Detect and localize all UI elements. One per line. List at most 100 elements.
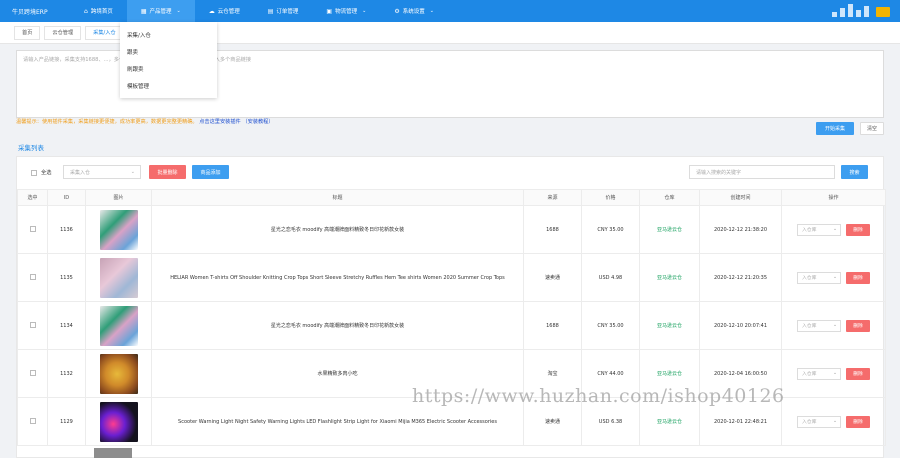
warehouse-select[interactable]: 入仓库 ⌄ (797, 223, 841, 236)
bar-icon (856, 10, 861, 17)
row-image-cell (85, 205, 152, 254)
row-checkbox[interactable] (29, 273, 36, 280)
product-thumbnail (94, 448, 132, 458)
bar-icon (848, 4, 853, 17)
cloud-icon: ☁ (208, 7, 215, 15)
search-input[interactable]: 请输入搜索的关键字 (689, 165, 835, 179)
product-thumbnail[interactable] (99, 209, 138, 250)
row-title: 星光之恋毛衣 moodify 高端潮牌面料精致冬日印花新款女装 (151, 301, 524, 350)
warehouse-select-value: 入仓库 (802, 372, 817, 377)
search-button[interactable]: 搜索 (841, 165, 868, 179)
home-icon: ⌂ (84, 7, 88, 15)
row-checkbox[interactable] (29, 417, 36, 424)
column-header: 操作 (781, 189, 886, 206)
watermark: https://www.huzhan.com/ishop40126 (412, 385, 785, 407)
delete-button[interactable]: 删除 (846, 415, 870, 428)
delete-button[interactable]: 删除 (846, 319, 870, 332)
row-id: 1135 (47, 253, 86, 302)
nav-item[interactable]: ☁ 云仓管理 (195, 0, 254, 22)
product-thumbnail[interactable] (99, 305, 138, 346)
row-actions: 入仓库 ⌄ 删除 (781, 397, 886, 446)
warehouse-select[interactable]: 入仓库 ⌄ (797, 367, 841, 380)
nav-item[interactable]: ⚙ 系统设置 ⌄ (380, 0, 448, 22)
product-thumbnail[interactable] (99, 257, 138, 298)
warehouse-select[interactable]: 入仓库 ⌄ (797, 271, 841, 284)
row-image-cell (85, 253, 152, 302)
chevron-down-icon: ⌄ (832, 419, 837, 424)
menu-item[interactable]: 采集/入仓 (120, 26, 217, 43)
nav-item[interactable]: ⌂ 跨境首页 (70, 0, 127, 22)
warehouse-select-value: 入仓库 (802, 276, 817, 281)
delete-button[interactable]: 删除 (846, 271, 870, 284)
row-warehouse: 亚马逊云仓 (639, 205, 700, 254)
row-created: 2020-12-10 20:07:41 (699, 301, 782, 350)
nav-item-label: 云仓管理 (217, 9, 240, 15)
delete-button[interactable]: 删除 (846, 367, 870, 380)
nav-item[interactable]: ▤ 订单管理 (254, 0, 313, 22)
delete-button[interactable]: 删除 (846, 223, 870, 236)
select-all[interactable]: 全选 (31, 169, 51, 176)
product-thumbnail[interactable] (99, 353, 138, 394)
bar-icon (864, 6, 869, 17)
row-price: CNY 35.00 (581, 301, 640, 350)
row-checkbox[interactable] (29, 321, 36, 328)
column-header: 创建时间 (699, 189, 782, 206)
warehouse-select[interactable]: 入仓库 ⌄ (797, 319, 841, 332)
nav-item[interactable]: ▦ 产品管理 ⌄ (126, 0, 195, 22)
clear-button[interactable]: 清空 (860, 122, 884, 135)
tab-label: 采集/入仓 (93, 30, 116, 36)
row-created: 2020-12-12 21:20:35 (699, 253, 782, 302)
product-table: 选中 ID 图片 标题 来源 价格 仓库 创建时间 操作 1136 星光之恋毛衣 moodify … (17, 189, 886, 446)
warehouse-select-value: 入仓库 (802, 420, 817, 425)
row-source: 1688 (523, 205, 582, 254)
table-row: 1134 星光之恋毛衣 moodify 高端潮牌面料精致冬日印花新款女装 1688 C… (17, 301, 886, 350)
menu-item[interactable]: 刷跟卖 (120, 60, 217, 77)
row-title: 星光之恋毛衣 moodify 高端潮牌面料精致冬日印花新款女装 (151, 205, 524, 254)
chevron-down-icon: ⌄ (362, 8, 367, 14)
nav-item-label: 物流管理 (335, 9, 358, 15)
bar-icon (840, 8, 845, 17)
list-title: 采集列表 (18, 144, 44, 152)
select-all-checkbox[interactable] (31, 169, 37, 176)
list-toolbar: 全选 采集入仓 ⌄ 批量删除 商品添加 请输入搜索的关键字 搜索 (17, 157, 885, 189)
top-navbar: 牛贝跨境ERP ⌂ 跨境首页 ▦ 产品管理 ⌄ ☁ 云仓管理 ▤ 订单管理 ▣ 物流管理 ⌄ ⚙ 系统设置… (0, 0, 900, 22)
row-checkbox-cell (17, 301, 48, 350)
menu-item[interactable]: 模板管理 (120, 77, 217, 94)
user-logo-icon[interactable] (876, 7, 890, 17)
chevron-down-icon: ⌄ (832, 227, 837, 232)
batch-delete-button[interactable]: 批量删除 (149, 165, 186, 179)
row-image-cell (85, 397, 152, 446)
collect-list-panel: 全选 采集入仓 ⌄ 批量删除 商品添加 请输入搜索的关键字 搜索 选中 ID 图片标… (16, 156, 886, 458)
column-header: 标题 (151, 189, 524, 206)
chevron-down-icon: ⌄ (429, 8, 434, 14)
brand-logo[interactable]: 牛贝跨境ERP (0, 7, 70, 16)
row-image-cell (85, 301, 152, 350)
tab[interactable]: 云仓管理 (44, 25, 82, 40)
grid-icon: ▦ (140, 7, 147, 15)
menu-item[interactable]: 跟卖 (120, 43, 217, 60)
nav-item[interactable]: ▣ 物流管理 ⌄ (312, 0, 380, 22)
row-actions: 入仓库 ⌄ 删除 (781, 205, 886, 254)
row-checkbox[interactable] (29, 225, 36, 232)
select-all-label: 全选 (41, 170, 52, 176)
install-plugin-link[interactable]: 点击这里安装插件 （安装教程） (199, 119, 273, 125)
status-select[interactable]: 采集入仓 ⌄ (63, 165, 141, 179)
truck-icon: ▣ (326, 7, 333, 15)
warehouse-select[interactable]: 入仓库 ⌄ (797, 415, 841, 428)
column-header: 仓库 (639, 189, 700, 206)
tab[interactable]: 首页 (14, 25, 41, 40)
product-thumbnail[interactable] (99, 401, 138, 442)
table-row: 1136 星光之恋毛衣 moodify 高端潮牌面料精致冬日印花新款女装 1688 C… (17, 205, 886, 254)
row-actions: 入仓库 ⌄ 删除 (781, 349, 886, 398)
row-id: 1129 (47, 397, 86, 446)
add-product-button[interactable]: 商品添加 (192, 165, 229, 179)
row-checkbox[interactable] (29, 369, 36, 376)
nav-item-label: 产品管理 (149, 9, 172, 15)
table-header: 选中 ID 图片 标题 来源 价格 仓库 创建时间 操作 (17, 189, 886, 206)
column-header: 选中 (17, 189, 48, 206)
start-collect-button[interactable]: 开始采集 (816, 122, 854, 135)
row-id: 1134 (47, 301, 86, 350)
row-price: USD 4.98 (581, 253, 640, 302)
row-warehouse: 亚马逊云仓 (639, 301, 700, 350)
row-actions: 入仓库 ⌄ 删除 (781, 301, 886, 350)
